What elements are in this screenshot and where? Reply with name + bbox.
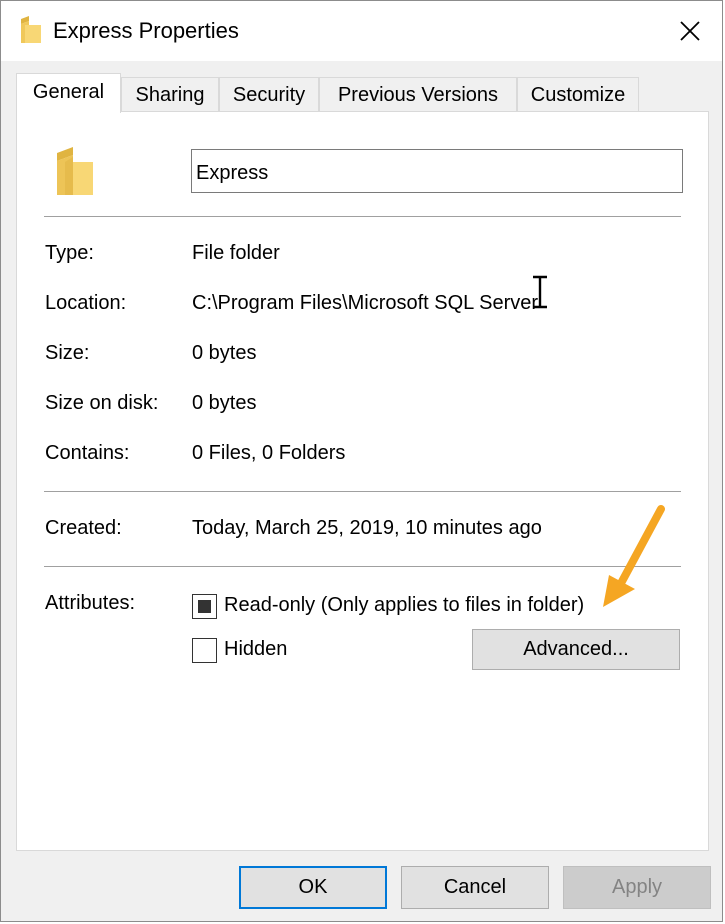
- properties-window: Express Properties General Sharing Secur…: [0, 0, 723, 922]
- tab-general[interactable]: General: [16, 73, 121, 113]
- created-value: Today, March 25, 2019, 10 minutes ago: [192, 517, 542, 539]
- title-bar[interactable]: Express Properties: [1, 1, 722, 61]
- separator: [44, 491, 681, 492]
- tab-sharing[interactable]: Sharing: [121, 77, 219, 111]
- apply-button[interactable]: Apply: [563, 866, 711, 909]
- tab-previous-versions[interactable]: Previous Versions: [319, 77, 517, 111]
- separator: [44, 216, 681, 217]
- cancel-button[interactable]: Cancel: [401, 866, 549, 909]
- tab-customize[interactable]: Customize: [517, 77, 639, 111]
- contains-label: Contains:: [45, 442, 130, 464]
- type-value: File folder: [192, 242, 280, 264]
- created-label: Created:: [45, 517, 122, 539]
- size-on-disk-value: 0 bytes: [192, 392, 257, 414]
- folder-icon: [57, 147, 93, 195]
- attributes-label: Attributes:: [45, 592, 136, 614]
- location-label: Location:: [45, 292, 127, 314]
- location-value[interactable]: C:\Program Files\Microsoft SQL Server: [192, 292, 538, 315]
- close-icon: [680, 21, 700, 41]
- type-label: Type:: [45, 242, 94, 264]
- separator: [44, 566, 681, 567]
- readonly-label[interactable]: Read-only (Only applies to files in fold…: [224, 594, 584, 617]
- folder-name-input[interactable]: [191, 149, 683, 193]
- close-button[interactable]: [658, 1, 722, 61]
- size-value: 0 bytes: [192, 342, 257, 364]
- size-on-disk-label: Size on disk:: [45, 392, 159, 414]
- indeterminate-mark: [198, 600, 211, 613]
- ok-button[interactable]: OK: [239, 866, 387, 909]
- readonly-checkbox[interactable]: [192, 594, 217, 619]
- tab-security[interactable]: Security: [219, 77, 319, 111]
- text-cursor-icon: [533, 275, 547, 309]
- folder-icon: [21, 16, 41, 43]
- advanced-button[interactable]: Advanced...: [472, 629, 680, 670]
- window-title: Express Properties: [53, 18, 239, 43]
- size-label: Size:: [45, 342, 90, 364]
- general-panel: Type: File folder Location: C:\Program F…: [16, 111, 709, 851]
- hidden-checkbox[interactable]: [192, 638, 217, 663]
- contains-value: 0 Files, 0 Folders: [192, 442, 346, 464]
- annotation-arrow-icon: [603, 505, 665, 607]
- hidden-label[interactable]: Hidden: [224, 638, 287, 661]
